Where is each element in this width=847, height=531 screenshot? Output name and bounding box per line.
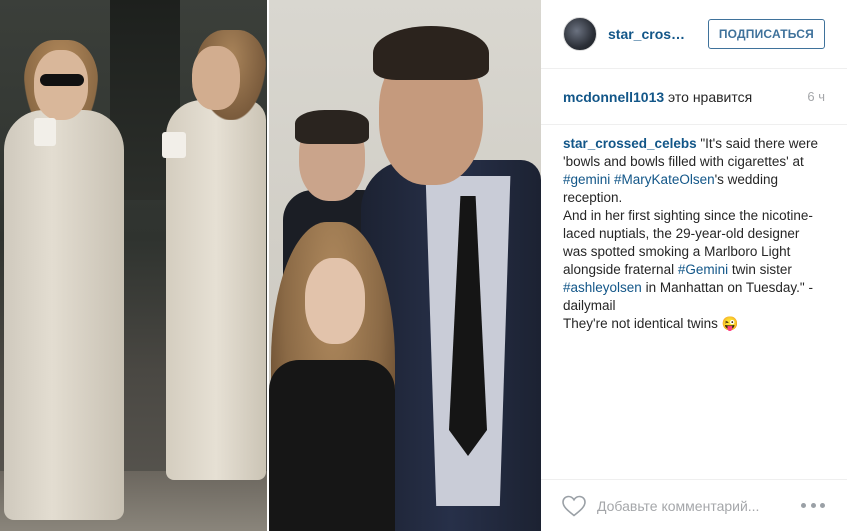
caption-text: twin sister — [728, 262, 792, 277]
photo-figure — [162, 132, 186, 158]
dot — [801, 503, 806, 508]
hashtag-link[interactable]: #gemini — [563, 172, 610, 187]
caption-paragraph: star_crossed_celebs "It's said there wer… — [563, 135, 825, 207]
caption-paragraph: And in her first sighting since the nico… — [563, 207, 825, 315]
dot — [820, 503, 825, 508]
post-photo[interactable] — [0, 0, 541, 531]
follow-button[interactable]: ПОДПИСАТЬСЯ — [707, 19, 825, 49]
photo-collage-right — [269, 0, 541, 531]
post-caption: star_crossed_celebs "It's said there wer… — [541, 125, 847, 479]
comment-input[interactable] — [597, 497, 801, 514]
photo-figure — [192, 46, 240, 110]
post-header: star_crossed_celebs ПОДПИСАТЬСЯ — [541, 0, 847, 69]
likes-row: mcdonnell1013 это нравится 6 ч — [541, 69, 847, 125]
photo-figure — [373, 26, 489, 80]
hashtag-link[interactable]: #MaryKateOlsen — [614, 172, 715, 187]
dot — [810, 503, 816, 508]
instagram-post: star_crossed_celebs ПОДПИСАТЬСЯ mcdonnel… — [0, 0, 847, 531]
header-username-link[interactable]: star_crossed_celebs — [608, 26, 688, 42]
photo-figure — [4, 110, 124, 520]
photo-figure — [295, 110, 369, 144]
hashtag-link[interactable]: #Gemini — [678, 262, 728, 277]
likes-text: это нравится — [668, 88, 753, 105]
caption-paragraph: They're not identical twins 😜 — [563, 316, 739, 331]
photo-figure — [269, 360, 395, 531]
liker-username-link[interactable]: mcdonnell1013 — [563, 89, 664, 105]
photo-figure — [34, 118, 56, 146]
caption-author-link[interactable]: star_crossed_celebs — [563, 136, 697, 151]
photo-figure — [305, 258, 365, 344]
comment-bar — [541, 479, 847, 531]
heart-icon[interactable] — [561, 494, 587, 518]
photo-figure — [40, 74, 84, 86]
avatar[interactable] — [563, 17, 597, 51]
post-timestamp[interactable]: 6 ч — [807, 89, 825, 104]
more-options-icon[interactable] — [801, 496, 825, 516]
hashtag-link[interactable]: #ashleyolsen — [563, 280, 642, 295]
post-sidebar: star_crossed_celebs ПОДПИСАТЬСЯ mcdonnel… — [541, 0, 847, 531]
likes-summary: mcdonnell1013 это нравится — [563, 89, 752, 105]
photo-collage-left — [0, 0, 269, 531]
